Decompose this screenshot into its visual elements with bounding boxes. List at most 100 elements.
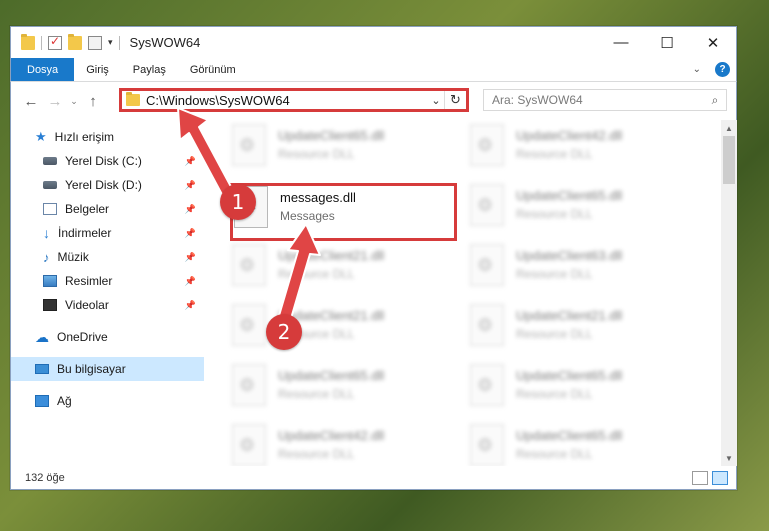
file-item[interactable]: ⚙ UpdateClient65.dll Resource DLL xyxy=(232,364,452,418)
pictures-icon xyxy=(43,275,57,287)
sidebar-item-label: Ağ xyxy=(57,394,72,408)
disk-icon xyxy=(43,157,57,165)
new-folder-icon[interactable] xyxy=(68,33,82,50)
cloud-icon: ☁ xyxy=(35,328,49,345)
file-item[interactable]: ⚙ UpdateClient21.dll Resource DLL xyxy=(232,244,452,298)
title-bar: ▾ SysWOW64 — ☐ ✕ xyxy=(10,26,737,58)
file-type: Resource DLL xyxy=(278,387,355,401)
pin-icon: 📌 xyxy=(184,227,196,238)
file-item[interactable]: ⚙ UpdateClient65.dll Resource DLL xyxy=(470,424,690,466)
sidebar-item-label: Belgeler xyxy=(65,202,110,216)
toolbar-separator xyxy=(41,35,42,50)
dll-file-icon: ⚙ xyxy=(232,364,266,406)
file-item[interactable]: ⚙ UpdateClient21.dll Resource DLL xyxy=(232,304,452,358)
scroll-down-icon[interactable]: ▼ xyxy=(721,450,737,466)
help-icon[interactable]: ? xyxy=(715,62,730,77)
navigation-bar: ← → ⌄ ↑ C:\Windows\SysWOW64 ⌄ ↻ Ara: Sys… xyxy=(10,82,737,120)
disk-icon xyxy=(43,181,57,189)
sidebar-item-label: Yerel Disk (C:) xyxy=(65,154,142,168)
file-type: Resource DLL xyxy=(278,147,355,161)
close-button[interactable]: ✕ xyxy=(690,27,736,58)
search-input[interactable]: Ara: SysWOW64 xyxy=(484,93,704,107)
address-path[interactable]: C:\Windows\SysWOW64 xyxy=(146,93,428,108)
properties-check-icon[interactable] xyxy=(48,34,62,50)
maximize-button[interactable]: ☐ xyxy=(644,27,690,58)
sidebar-item-label: İndirmeler xyxy=(58,226,112,240)
file-item[interactable]: ⚙ UpdateClient65.dll Resource DLL xyxy=(232,124,452,178)
tab-home[interactable]: Giriş xyxy=(74,58,121,81)
sidebar-item-label: OneDrive xyxy=(57,330,108,344)
file-type: Resource DLL xyxy=(516,147,593,161)
search-box[interactable]: Ara: SysWOW64 ⌕ xyxy=(483,89,727,111)
tab-file[interactable]: Dosya xyxy=(11,58,75,81)
dll-file-icon: ⚙ xyxy=(470,124,504,166)
qat-dropdown-icon[interactable]: ▾ xyxy=(108,37,113,48)
minimize-button[interactable]: — xyxy=(598,27,644,58)
pin-icon: 📌 xyxy=(184,251,196,262)
dll-file-icon: ⚙ xyxy=(232,304,266,346)
pin-icon: 📌 xyxy=(184,275,196,286)
file-item[interactable]: ⚙ UpdateClient65.dll Resource DLL xyxy=(470,364,690,418)
videos-icon xyxy=(43,299,57,311)
document-icon xyxy=(43,203,57,215)
search-icon[interactable]: ⌕ xyxy=(704,93,726,108)
callout-step-1: 1 xyxy=(220,184,256,220)
back-button[interactable]: ← xyxy=(19,93,43,110)
file-type: Resource DLL xyxy=(516,387,593,401)
vertical-scrollbar[interactable]: ▲ ▼ xyxy=(721,120,737,466)
sidebar-item-label: Resimler xyxy=(65,274,113,288)
sidebar-item-disk-d[interactable]: Yerel Disk (D:) 📌 xyxy=(11,173,204,197)
quick-access-toolbar: ▾ xyxy=(11,33,120,50)
toolbar-separator xyxy=(118,35,120,50)
file-item[interactable]: ⚙ UpdateClient63.dll Resource DLL xyxy=(470,244,690,298)
sidebar-item-label: Müzik xyxy=(57,250,89,264)
file-name: UpdateClient21.dll xyxy=(278,248,385,263)
file-name: UpdateClient65.dll xyxy=(278,128,385,143)
sidebar-item-pictures[interactable]: Resimler 📌 xyxy=(11,269,204,293)
file-item[interactable]: ⚙ UpdateClient21.dll Resource DLL xyxy=(470,304,690,358)
customize-icon[interactable] xyxy=(88,35,102,50)
file-item[interactable]: ⚙ UpdateClient42.dll Resource DLL xyxy=(470,124,690,178)
recent-locations-button[interactable]: ⌄ xyxy=(67,96,81,107)
sidebar-item-documents[interactable]: Belgeler 📌 xyxy=(11,197,204,221)
navigation-pane: ★ Hızlı erişim Yerel Disk (C:) 📌 Yerel D… xyxy=(11,120,204,466)
scroll-thumb[interactable] xyxy=(723,136,735,184)
window-title: SysWOW64 xyxy=(129,35,201,50)
sidebar-item-onedrive[interactable]: ☁ OneDrive xyxy=(11,325,204,349)
dll-file-icon: ⚙ xyxy=(232,424,266,466)
scroll-up-icon[interactable]: ▲ xyxy=(721,120,737,136)
dll-file-icon: ⚙ xyxy=(470,184,504,226)
address-bar[interactable]: C:\Windows\SysWOW64 ⌄ ↻ xyxy=(119,88,469,112)
tab-share[interactable]: Paylaş xyxy=(121,58,178,81)
up-button[interactable]: ↑ xyxy=(81,93,105,110)
sidebar-item-this-pc[interactable]: Bu bilgisayar xyxy=(11,357,204,381)
sidebar-item-downloads[interactable]: ↓ İndirmeler 📌 xyxy=(11,221,204,245)
pin-icon: 📌 xyxy=(184,203,196,214)
tiles-view-icon[interactable] xyxy=(712,470,728,485)
file-item-messages-dll[interactable]: ⚙ messages.dllMessages xyxy=(234,186,454,240)
file-name: UpdateClient65.dll xyxy=(516,368,623,383)
file-item[interactable]: ⚙ UpdateClient65.dll Resource DLL xyxy=(470,184,690,238)
forward-button[interactable]: → xyxy=(43,93,67,110)
sidebar-item-disk-c[interactable]: Yerel Disk (C:) 📌 xyxy=(11,149,204,173)
file-type: Resource DLL xyxy=(516,207,593,221)
sidebar-item-network[interactable]: Ağ xyxy=(11,389,204,413)
dll-file-icon: ⚙ xyxy=(470,364,504,406)
file-item[interactable]: ⚙ UpdateClient42.dll Resource DLL xyxy=(232,424,452,466)
details-view-icon[interactable] xyxy=(692,470,708,485)
expand-ribbon-icon[interactable]: ⌄ xyxy=(693,64,701,75)
sidebar-item-music[interactable]: ♪ Müzik 📌 xyxy=(11,245,204,269)
sidebar-item-quick-access[interactable]: ★ Hızlı erişim xyxy=(11,125,204,149)
tab-view[interactable]: Görünüm xyxy=(178,58,248,81)
pin-icon: 📌 xyxy=(184,299,196,310)
file-type: Resource DLL xyxy=(278,267,355,281)
sidebar-item-videos[interactable]: Videolar 📌 xyxy=(11,293,204,317)
dll-file-icon: ⚙ xyxy=(470,244,504,286)
status-bar: 132 öğe xyxy=(10,466,737,490)
address-dropdown-icon[interactable]: ⌄ xyxy=(428,94,444,107)
dll-file-icon: ⚙ xyxy=(232,244,266,286)
refresh-icon[interactable]: ↻ xyxy=(444,91,466,109)
sidebar-item-label: Bu bilgisayar xyxy=(57,362,126,376)
item-count: 132 öğe xyxy=(25,471,65,484)
music-icon: ♪ xyxy=(43,249,50,265)
